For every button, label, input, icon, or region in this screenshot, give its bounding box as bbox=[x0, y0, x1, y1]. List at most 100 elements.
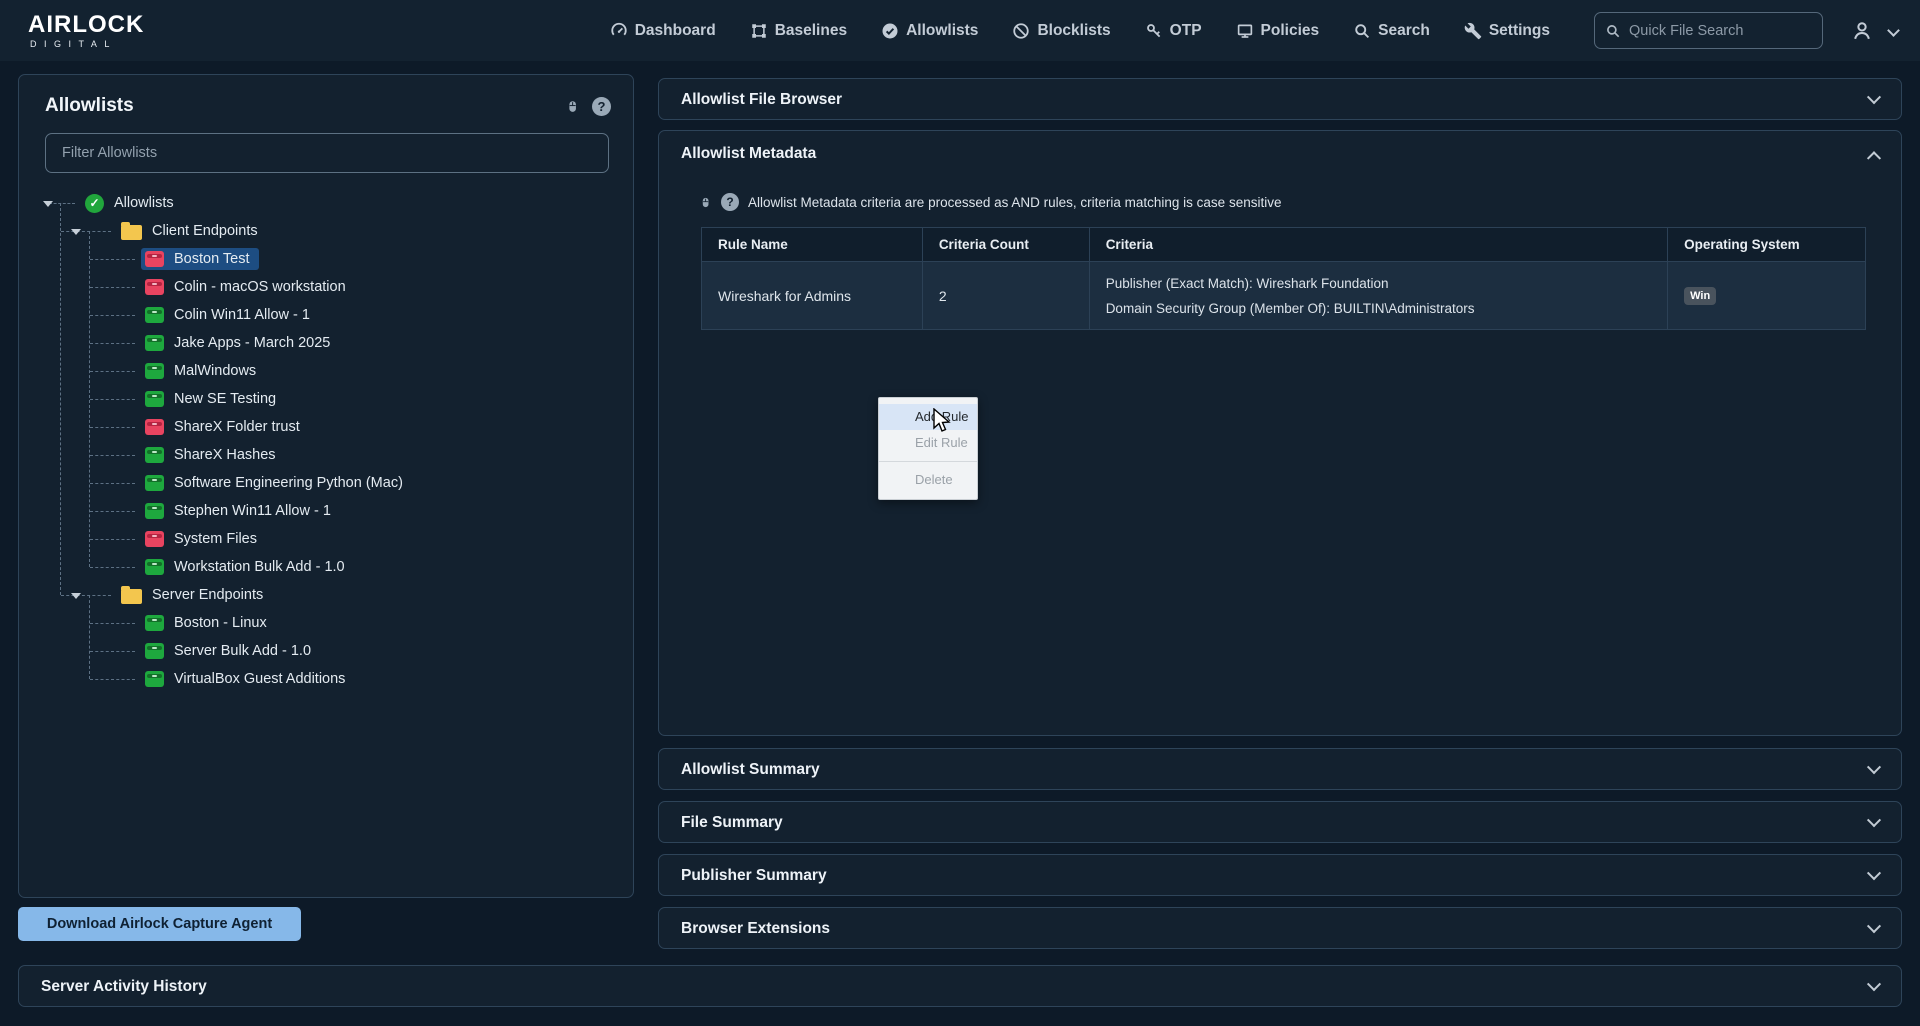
tree-item-icon bbox=[145, 335, 164, 351]
context-menu-separator bbox=[879, 461, 977, 462]
collapsed-panel-header[interactable]: Publisher Summary bbox=[659, 855, 1901, 897]
nav-item[interactable]: Dashboard bbox=[610, 0, 716, 61]
metadata-info-row: ? Allowlist Metadata criteria are proces… bbox=[699, 193, 1281, 211]
tree-item[interactable]: Client Endpoints bbox=[19, 217, 627, 245]
tree-item-icon bbox=[145, 671, 164, 687]
tree-item[interactable]: Jake Apps - March 2025 bbox=[19, 329, 627, 357]
tree-item-label: Boston Test bbox=[174, 251, 250, 267]
tree-item[interactable]: Boston - Linux bbox=[19, 609, 627, 637]
nav-item-label: OTP bbox=[1170, 22, 1202, 40]
allowlists-tree: Allowlists Client Endpoints Boston Test bbox=[19, 189, 627, 695]
collapsed-panel: Allowlist Summary bbox=[658, 748, 1902, 790]
help-icon[interactable]: ? bbox=[592, 97, 611, 116]
chevron-down-icon[interactable] bbox=[1867, 813, 1881, 827]
nav-item[interactable]: Blocklists bbox=[1012, 0, 1110, 61]
chevron-down-icon[interactable] bbox=[1867, 760, 1881, 774]
column-header-criteria: Criteria bbox=[1089, 228, 1667, 262]
tree-item-label: Client Endpoints bbox=[152, 223, 258, 239]
tree-item[interactable]: Boston Test bbox=[19, 245, 627, 273]
tree-item-label: Server Bulk Add - 1.0 bbox=[174, 643, 311, 659]
tree-item-label: Allowlists bbox=[114, 195, 174, 211]
nav-item-label: Search bbox=[1378, 22, 1430, 40]
nav-item-icon bbox=[750, 22, 768, 40]
collapsed-panels-group: Allowlist Summary File Summary Publisher… bbox=[658, 748, 1902, 960]
tree-item-icon bbox=[85, 194, 104, 213]
tree-item-icon bbox=[145, 363, 164, 379]
nav-item-label: Allowlists bbox=[906, 22, 978, 40]
table-header-row: Rule Name Criteria Count Criteria Operat… bbox=[702, 228, 1866, 262]
server-activity-history-header[interactable]: Server Activity History bbox=[19, 966, 1901, 1008]
context-menu-add-rule[interactable]: Add Rule bbox=[879, 404, 977, 430]
tree-item[interactable]: New SE Testing bbox=[19, 385, 627, 413]
tree-item[interactable]: Colin Win11 Allow - 1 bbox=[19, 301, 627, 329]
quick-file-search-input[interactable] bbox=[1629, 23, 1812, 39]
nav-item-label: Settings bbox=[1489, 22, 1550, 40]
cell-rule-name: Wireshark for Admins bbox=[702, 262, 923, 330]
help-icon[interactable]: ? bbox=[721, 193, 739, 211]
tree-item[interactable]: Workstation Bulk Add - 1.0 bbox=[19, 553, 627, 581]
cell-criteria-count: 2 bbox=[922, 262, 1089, 330]
table-row[interactable]: Wireshark for Admins 2 Publisher (Exact … bbox=[702, 262, 1866, 330]
context-menu-delete: Delete bbox=[879, 467, 977, 493]
tree-item[interactable]: Software Engineering Python (Mac) bbox=[19, 469, 627, 497]
nav-item[interactable]: OTP bbox=[1145, 0, 1202, 61]
collapsed-panel: Publisher Summary bbox=[658, 854, 1902, 896]
tree-item[interactable]: Server Bulk Add - 1.0 bbox=[19, 637, 627, 665]
nav-item-icon bbox=[1236, 22, 1254, 40]
tree-item[interactable]: Allowlists bbox=[19, 189, 627, 217]
allowlist-metadata-header[interactable]: Allowlist Metadata bbox=[659, 131, 1901, 177]
nav-item[interactable]: Search bbox=[1353, 0, 1430, 61]
user-menu-chevron-down-icon[interactable] bbox=[1887, 24, 1900, 37]
tree-item[interactable]: VirtualBox Guest Additions bbox=[19, 665, 627, 693]
chevron-up-icon[interactable] bbox=[1867, 151, 1881, 165]
tree-item-label: New SE Testing bbox=[174, 391, 276, 407]
tree-item[interactable]: System Files bbox=[19, 525, 627, 553]
nav-item-label: Dashboard bbox=[635, 22, 716, 40]
context-menu-edit-rule: Edit Rule bbox=[879, 430, 977, 456]
tree-item-icon bbox=[145, 391, 164, 407]
nav-item[interactable]: Policies bbox=[1236, 0, 1320, 61]
chevron-down-icon[interactable] bbox=[1867, 919, 1881, 933]
collapsed-panel-header[interactable]: Allowlist Summary bbox=[659, 749, 1901, 791]
airlock-logo[interactable]: AIRLOCK DIGITAL bbox=[28, 13, 144, 49]
tree-item-label: Stephen Win11 Allow - 1 bbox=[174, 503, 331, 519]
tree-item-icon bbox=[145, 419, 164, 435]
criteria-line: Domain Security Group (Member Of): BUILT… bbox=[1106, 301, 1651, 316]
tree-item-label: Software Engineering Python (Mac) bbox=[174, 475, 403, 491]
chevron-down-icon[interactable] bbox=[1867, 866, 1881, 880]
panel-title: Allowlist File Browser bbox=[681, 91, 842, 109]
tree-item[interactable]: ShareX Hashes bbox=[19, 441, 627, 469]
chevron-down-icon[interactable] bbox=[1867, 977, 1881, 991]
allowlist-file-browser-panel: Allowlist File Browser bbox=[658, 78, 1902, 120]
collapsed-panel-header[interactable]: File Summary bbox=[659, 802, 1901, 844]
tree-item[interactable]: ShareX Folder trust bbox=[19, 413, 627, 441]
filter-allowlists-input[interactable] bbox=[45, 133, 609, 173]
tree-item[interactable]: Server Endpoints bbox=[19, 581, 627, 609]
nav-item[interactable]: Allowlists bbox=[881, 0, 978, 61]
allowlist-file-browser-header[interactable]: Allowlist File Browser bbox=[659, 79, 1901, 121]
mouse-hint-icon bbox=[565, 97, 580, 116]
nav-item-icon bbox=[881, 22, 899, 40]
nav-item[interactable]: Settings bbox=[1464, 0, 1550, 61]
sidebar-header: Allowlists ? bbox=[19, 75, 633, 131]
collapsed-panel-header[interactable]: Browser Extensions bbox=[659, 908, 1901, 950]
nav-item-icon bbox=[1145, 22, 1163, 40]
cell-operating-system: Win bbox=[1668, 262, 1866, 330]
user-icon[interactable] bbox=[1851, 20, 1873, 42]
download-capture-agent-button[interactable]: Download Airlock Capture Agent bbox=[18, 907, 301, 941]
chevron-down-icon[interactable] bbox=[1867, 90, 1881, 104]
tree-item[interactable]: Stephen Win11 Allow - 1 bbox=[19, 497, 627, 525]
nav-item-icon bbox=[1353, 22, 1371, 40]
nav-item[interactable]: Baselines bbox=[750, 0, 847, 61]
mouse-cursor bbox=[932, 408, 954, 436]
nav-item-label: Policies bbox=[1261, 22, 1320, 40]
server-activity-history-panel: Server Activity History bbox=[18, 965, 1902, 1007]
tree-item-icon bbox=[145, 643, 164, 659]
allowlist-metadata-panel: Allowlist Metadata ? Allowlist Metadata … bbox=[658, 130, 1902, 736]
tree-item[interactable]: Colin - macOS workstation bbox=[19, 273, 627, 301]
tree-item-icon bbox=[145, 475, 164, 491]
tree-item-icon bbox=[145, 447, 164, 463]
tree-item-icon bbox=[145, 615, 164, 631]
tree-item[interactable]: MalWindows bbox=[19, 357, 627, 385]
collapsed-panel: File Summary bbox=[658, 801, 1902, 843]
